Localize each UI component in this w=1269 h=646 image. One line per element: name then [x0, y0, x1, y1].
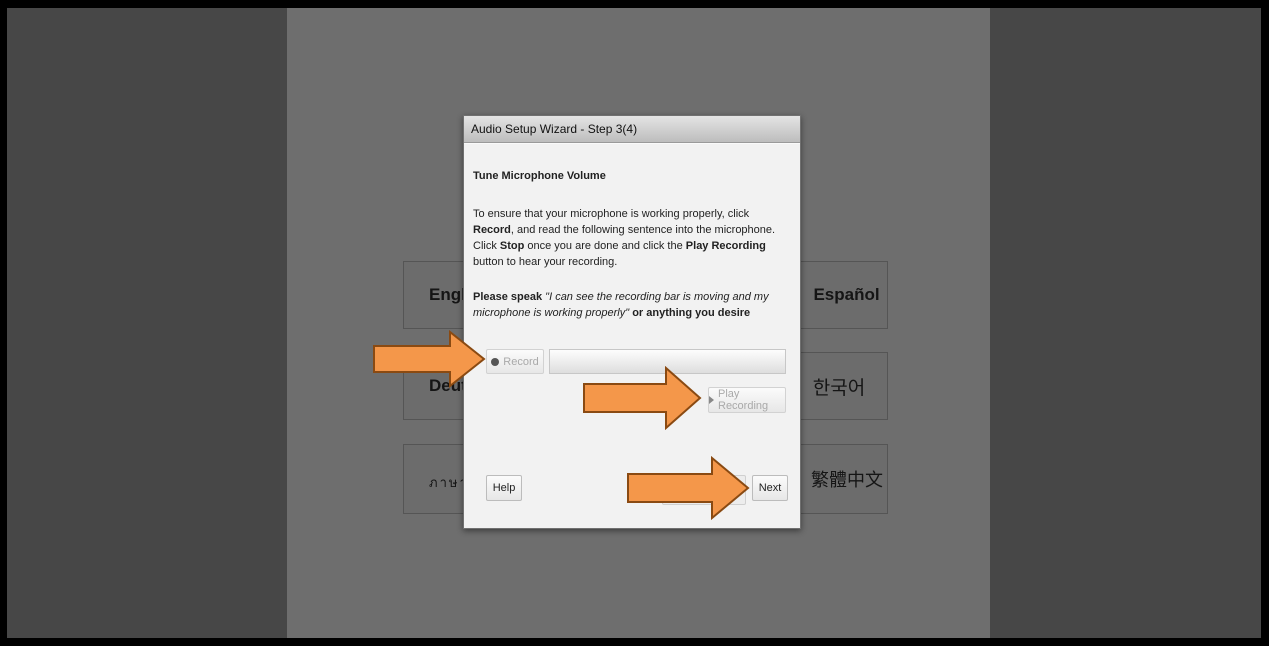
next-label: Next: [758, 482, 782, 494]
language-label: 繁體中文: [811, 470, 883, 490]
record-dot-icon: [491, 357, 500, 366]
left-panel: [7, 8, 287, 638]
language-button-korean[interactable]: 한국어: [790, 352, 888, 420]
help-label: Help: [492, 482, 516, 494]
dialog-title: Audio Setup Wizard - Step 3(4): [464, 116, 800, 143]
arrow-right-icon: [373, 330, 486, 388]
arrow-right-icon: [583, 366, 702, 430]
language-label: Español: [813, 285, 880, 304]
language-button-espanol[interactable]: Español: [790, 261, 888, 329]
arrow-right-icon: [627, 456, 750, 520]
record-label: Record: [503, 355, 539, 368]
instructions-text: To ensure that your microphone is workin…: [473, 208, 776, 268]
play-recording-label: Play Recording: [718, 388, 769, 412]
language-button-chinese-traditional[interactable]: 繁體中文: [790, 444, 888, 514]
speak-prompt: Please speak "I can see the recording ba…: [473, 291, 769, 319]
record-button[interactable]: Record: [486, 349, 544, 374]
next-button[interactable]: Next: [752, 475, 788, 501]
play-triangle-icon: [709, 396, 714, 404]
right-panel: [990, 8, 1261, 638]
language-label: 한국어: [812, 377, 866, 399]
help-button[interactable]: Help: [486, 475, 522, 501]
play-recording-button[interactable]: Play Recording: [708, 387, 786, 413]
dialog-heading: Tune Microphone Volume: [473, 170, 606, 182]
